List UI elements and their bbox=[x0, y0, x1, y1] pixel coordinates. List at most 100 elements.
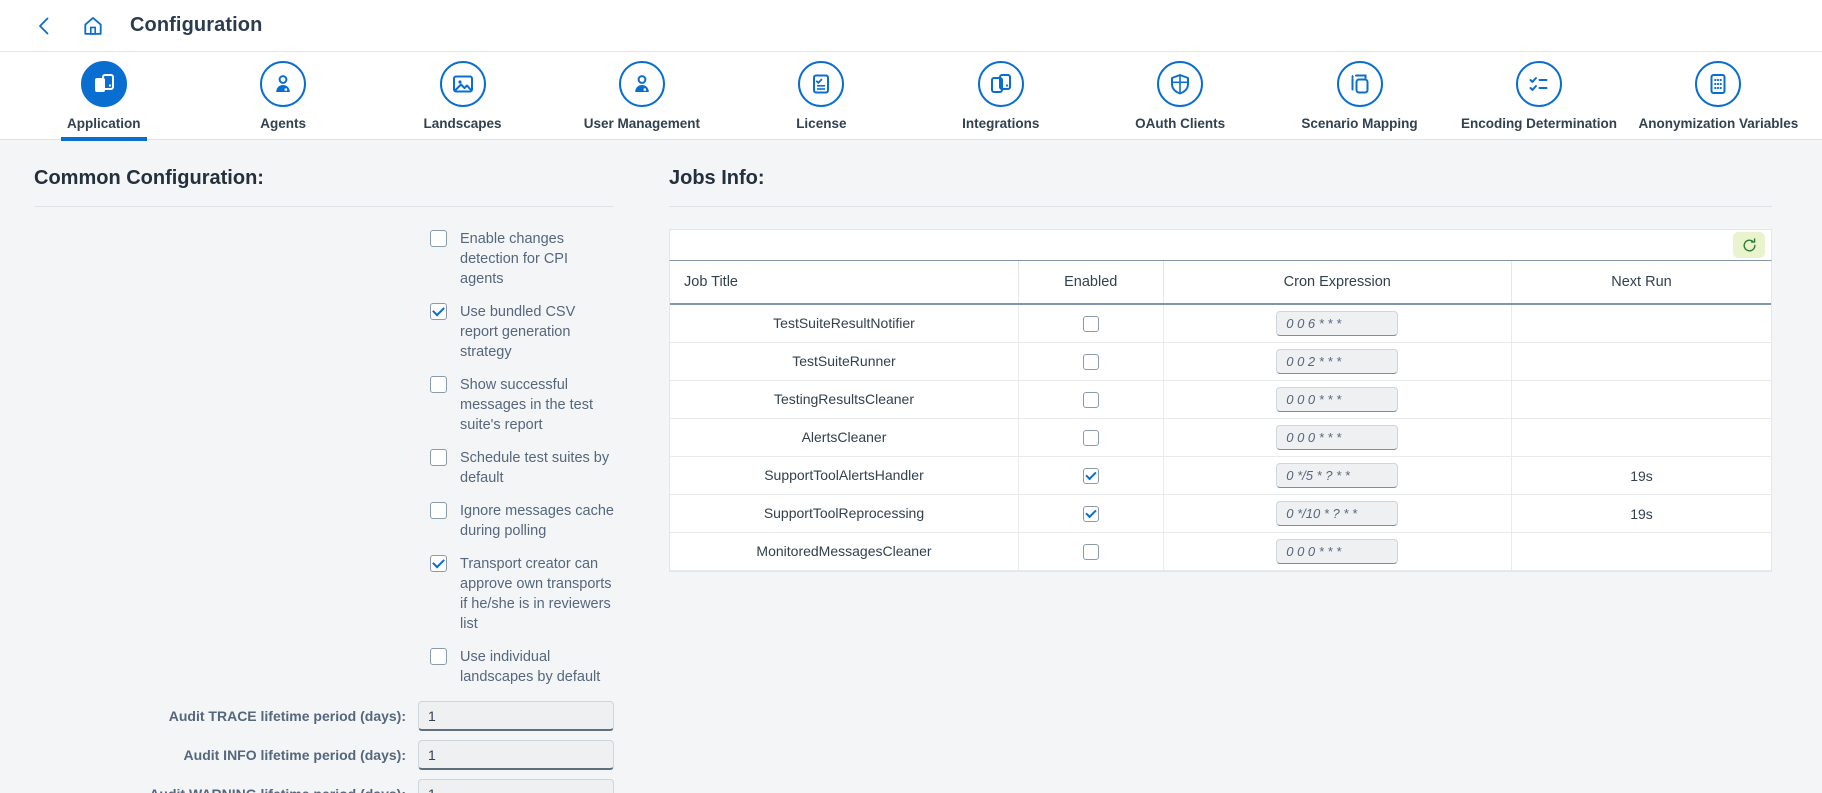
checkbox-job-enabled[interactable] bbox=[1082, 506, 1099, 523]
tab-user-management[interactable]: User Management bbox=[552, 52, 731, 140]
checkbox-label: Enable changes detection for CPI agents bbox=[460, 231, 568, 287]
checkbox-row-enable-changes-detection[interactable]: Enable changes detection for CPI agents bbox=[430, 229, 614, 289]
cron-input[interactable] bbox=[1276, 311, 1399, 336]
cell-next-run: 19s bbox=[1511, 456, 1771, 495]
tab-strip: Application Agents Landscapes User Manag… bbox=[0, 52, 1822, 141]
checkbox-row-ignore-messages-cache[interactable]: Ignore messages cache during polling bbox=[430, 501, 614, 541]
tab-encoding-determination[interactable]: Encoding Determination bbox=[1449, 52, 1628, 140]
back-button[interactable] bbox=[30, 13, 56, 39]
tab-label-user-management: User Management bbox=[583, 116, 701, 131]
checkbox-individual-landscapes[interactable] bbox=[430, 648, 447, 665]
field-row-audit-trace: Audit TRACE lifetime period (days): bbox=[34, 701, 614, 731]
field-row-audit-info: Audit INFO lifetime period (days): bbox=[34, 740, 614, 770]
cell-enabled bbox=[1018, 418, 1164, 457]
checkbox-job-enabled[interactable] bbox=[1082, 392, 1099, 409]
checkbox-job-enabled[interactable] bbox=[1082, 354, 1099, 371]
copy-devices-icon bbox=[94, 74, 114, 92]
app-header: Configuration bbox=[0, 0, 1822, 52]
cron-input[interactable] bbox=[1276, 539, 1399, 564]
checkbox-ignore-messages-cache[interactable] bbox=[430, 502, 447, 519]
tab-license[interactable]: License bbox=[732, 52, 911, 140]
checkbox-label: Transport creator can approve own transp… bbox=[460, 556, 612, 632]
cell-cron bbox=[1163, 456, 1512, 495]
field-row-audit-warning: Audit WARNING lifetime period (days): bbox=[34, 779, 614, 793]
home-button[interactable] bbox=[78, 11, 108, 41]
tab-agents[interactable]: Agents bbox=[193, 52, 372, 140]
checkbox-schedule-test-suites[interactable] bbox=[430, 449, 447, 466]
field-input-audit-info[interactable] bbox=[418, 740, 614, 770]
cron-input[interactable] bbox=[1276, 349, 1399, 374]
clipboard-check-icon bbox=[813, 74, 830, 94]
copy-devices-icon bbox=[990, 74, 1011, 93]
table-row[interactable]: TestingResultsCleaner bbox=[670, 380, 1771, 419]
checkbox-job-enabled[interactable] bbox=[1082, 316, 1099, 333]
tab-icon-agents bbox=[260, 61, 307, 107]
tab-icon-oauth-clients bbox=[1157, 61, 1204, 107]
cell-next-run bbox=[1511, 380, 1771, 419]
checkbox-enable-changes-detection[interactable] bbox=[430, 230, 447, 247]
cron-input[interactable] bbox=[1276, 425, 1399, 450]
checkbox-transport-creator-approve[interactable] bbox=[430, 555, 447, 572]
checkbox-job-enabled[interactable] bbox=[1082, 468, 1099, 485]
checkbox-row-schedule-test-suites[interactable]: Schedule test suites by default bbox=[430, 448, 614, 488]
cell-job-title: SupportToolAlertsHandler bbox=[670, 456, 1019, 495]
configuration-page: Configuration Application Agents Landsca… bbox=[0, 0, 1822, 793]
checkbox-row-show-successful-messages[interactable]: Show successful messages in the test sui… bbox=[430, 375, 614, 435]
common-configuration-pane: Common Configuration: Enable changes det… bbox=[0, 140, 639, 793]
refresh-jobs-button[interactable] bbox=[1733, 232, 1765, 258]
table-row[interactable]: TestSuiteRunner bbox=[670, 342, 1771, 381]
checkbox-bundled-csv[interactable] bbox=[430, 303, 447, 320]
cell-cron bbox=[1163, 494, 1512, 533]
cron-input[interactable] bbox=[1276, 501, 1399, 526]
table-row[interactable]: SupportToolAlertsHandler 19s bbox=[670, 456, 1771, 495]
tab-icon-landscapes bbox=[439, 61, 486, 107]
check-list-icon bbox=[1529, 77, 1548, 91]
checkbox-job-enabled[interactable] bbox=[1082, 544, 1099, 561]
tab-label-application: Application bbox=[66, 116, 141, 131]
checkbox-row-individual-landscapes[interactable]: Use individual landscapes by default bbox=[430, 647, 614, 687]
grid-table-icon bbox=[1710, 74, 1726, 94]
field-label-audit-warning: Audit WARNING lifetime period (days): bbox=[34, 786, 418, 793]
tab-landscapes[interactable]: Landscapes bbox=[373, 52, 552, 140]
cell-enabled bbox=[1018, 380, 1164, 419]
jobs-info-divider bbox=[669, 206, 1772, 207]
column-header-enabled: Enabled bbox=[1018, 261, 1164, 305]
checkbox-row-transport-creator-approve[interactable]: Transport creator can approve own transp… bbox=[430, 554, 614, 634]
user-manager-icon bbox=[635, 75, 649, 92]
tab-oauth-clients[interactable]: OAuth Clients bbox=[1090, 52, 1269, 140]
checkbox-show-successful-messages[interactable] bbox=[430, 376, 447, 393]
checkbox-label: Schedule test suites by default bbox=[460, 450, 610, 486]
refresh-icon bbox=[1742, 237, 1756, 251]
checkbox-row-bundled-csv[interactable]: Use bundled CSV report generation strate… bbox=[430, 302, 614, 362]
cell-enabled bbox=[1018, 342, 1164, 381]
checkbox-label: Use bundled CSV report generation strate… bbox=[460, 304, 576, 360]
table-row[interactable]: AlertsCleaner bbox=[670, 418, 1771, 457]
field-input-audit-warning[interactable] bbox=[418, 779, 614, 793]
checkbox-label: Show successful messages in the test sui… bbox=[460, 377, 593, 433]
cell-next-run bbox=[1511, 342, 1771, 381]
user-agent-icon bbox=[276, 75, 290, 92]
cell-cron bbox=[1163, 342, 1512, 381]
image-icon bbox=[452, 75, 473, 93]
tab-icon-scenario-mapping bbox=[1336, 61, 1383, 107]
cron-input[interactable] bbox=[1276, 463, 1399, 488]
table-row[interactable]: TestSuiteResultNotifier bbox=[670, 304, 1771, 343]
tab-integrations[interactable]: Integrations bbox=[911, 52, 1090, 140]
table-row[interactable]: MonitoredMessagesCleaner bbox=[670, 532, 1771, 571]
tab-label-landscapes: Landscapes bbox=[423, 116, 502, 131]
tab-scenario-mapping[interactable]: Scenario Mapping bbox=[1270, 52, 1449, 140]
cron-input[interactable] bbox=[1276, 387, 1399, 412]
cell-job-title: TestingResultsCleaner bbox=[670, 380, 1019, 419]
cell-job-title: MonitoredMessagesCleaner bbox=[670, 532, 1019, 571]
tab-anonymization-variables[interactable]: Anonymization Variables bbox=[1629, 52, 1808, 140]
field-label-audit-info: Audit INFO lifetime period (days): bbox=[183, 747, 406, 763]
cell-cron bbox=[1163, 380, 1512, 419]
checkbox-job-enabled[interactable] bbox=[1082, 430, 1099, 447]
table-row[interactable]: SupportToolReprocessing 19s bbox=[670, 494, 1771, 533]
jobs-table-toolbar bbox=[669, 229, 1772, 261]
common-configuration-divider bbox=[34, 206, 614, 207]
cell-enabled bbox=[1018, 456, 1164, 495]
jobs-table: Job Title Enabled Cron Expression Next R… bbox=[670, 261, 1771, 571]
tab-application[interactable]: Application bbox=[14, 52, 193, 141]
field-input-audit-trace[interactable] bbox=[418, 701, 614, 731]
